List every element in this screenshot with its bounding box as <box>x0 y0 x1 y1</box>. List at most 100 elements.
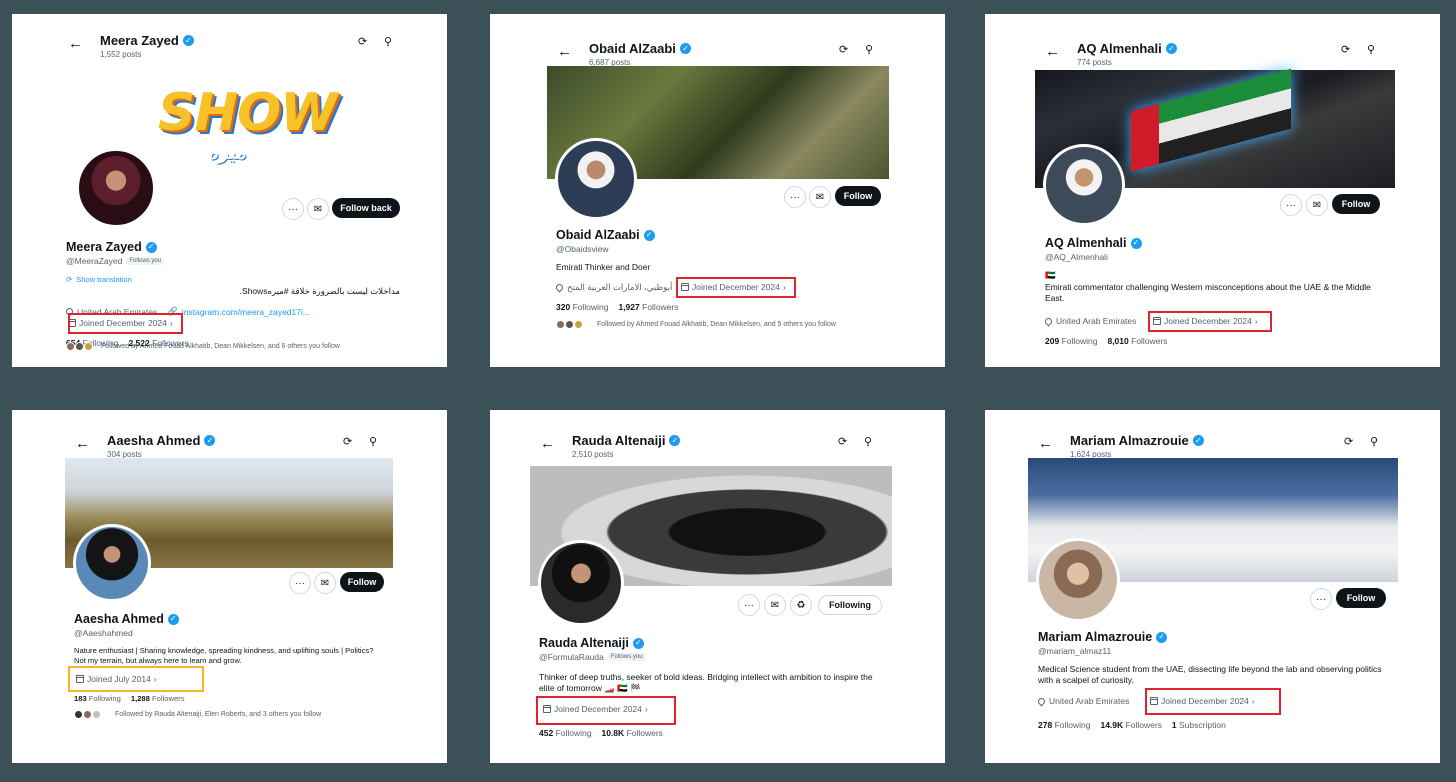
profile-card-aaesha: ← Aaesha Ahmed ✓ 304 posts ⟳ ⚲ ··· ✉ Foll… <box>12 410 447 763</box>
verified-badge-icon: ✓ <box>643 229 655 241</box>
back-arrow-icon[interactable]: ← <box>75 436 90 451</box>
followed-by[interactable]: Followed by Ahmed Fouad Alkhatib, Dean M… <box>556 320 836 329</box>
profile-link[interactable]: instagram.com/meera_zayed17i... <box>182 307 310 317</box>
back-arrow-icon[interactable]: ← <box>540 436 555 451</box>
followers-stat[interactable]: 1,927 Followers <box>618 302 678 312</box>
more-button[interactable]: ··· <box>1280 194 1302 216</box>
highlight-box <box>676 277 796 298</box>
followed-by[interactable]: Followed by Ahmed Fouad Alkhatib, Dean M… <box>66 342 340 351</box>
subscription-stat[interactable]: 1 Subscription <box>1172 720 1226 730</box>
verified-badge-icon: ✓ <box>1156 631 1168 643</box>
follow-stats: 452 Following 10.8K Followers <box>539 728 663 738</box>
followers-stat[interactable]: 1,288 Followers <box>131 694 185 703</box>
avatar[interactable] <box>73 524 151 602</box>
profile-name: Rauda Altenaiji ✓ <box>539 636 644 650</box>
follow-button[interactable]: Follow <box>1336 588 1386 608</box>
profile-bio: Emirati commentator challenging Western … <box>1045 282 1371 303</box>
verified-badge-icon: ✓ <box>632 637 644 649</box>
follow-button[interactable]: Follow <box>1332 194 1380 214</box>
avatar[interactable] <box>538 540 624 626</box>
highlight-box <box>68 313 183 334</box>
profile-handle: @FormulaRauda Follows you <box>539 652 646 662</box>
verified-badge-icon: ✓ <box>145 241 157 253</box>
following-stat[interactable]: 320 Following <box>556 302 608 312</box>
back-arrow-icon[interactable]: ← <box>1038 436 1053 451</box>
show-logo-script: ميره <box>208 142 247 164</box>
followed-by[interactable]: Followed by Rauda Altenaiji, Elen Robert… <box>74 710 321 719</box>
refresh-icon[interactable]: ⟳ <box>1344 437 1353 448</box>
header-name: AQ Almenhali ✓ <box>1077 41 1177 56</box>
following-button[interactable]: Following <box>818 595 882 615</box>
follow-button[interactable]: Follow <box>340 572 384 592</box>
followers-stat[interactable]: 10.8K Followers <box>601 728 662 738</box>
profile-screenshot: ← Rauda Altenaiji ✓ 2,510 posts ⟳ ⚲ ··· ✉… <box>530 428 892 746</box>
avatar[interactable] <box>1036 538 1120 622</box>
profile-card-meera: ← Meera Zayed ✓ 1,552 posts ⟳ ⚲ SHOW ميره… <box>12 14 447 367</box>
profile-screenshot: ← AQ Almenhali ✓ 774 posts ⟳ ⚲ ··· ✉ Foll… <box>1035 36 1395 354</box>
profile-name: Meera Zayed ✓ <box>66 240 157 254</box>
message-button[interactable]: ✉ <box>764 594 786 616</box>
more-button[interactable]: ··· <box>738 594 760 616</box>
back-arrow-icon[interactable]: ← <box>1045 44 1060 59</box>
location: United Arab Emirates <box>1056 316 1137 326</box>
profile-bio: Emirati Thinker and Doer <box>556 262 651 272</box>
profile-bio: مداخلات ليست بالضرورة خلاقة #ميرهShows. <box>239 286 400 296</box>
verified-badge-icon: ✓ <box>1165 43 1177 54</box>
more-button[interactable]: ··· <box>289 572 311 594</box>
search-icon[interactable]: ⚲ <box>1367 45 1375 56</box>
location-row: United Arab Emirates <box>1043 316 1137 326</box>
message-button[interactable]: ✉ <box>1306 194 1328 216</box>
more-button[interactable]: ··· <box>1310 588 1332 610</box>
profile-bio: Thinker of deep truths, seeker of bold i… <box>539 672 873 693</box>
followers-stat[interactable]: 8,010 Followers <box>1107 336 1167 346</box>
refresh-icon[interactable]: ⟳ <box>839 45 848 56</box>
search-icon[interactable]: ⚲ <box>369 437 377 448</box>
more-button[interactable]: ··· <box>282 198 304 220</box>
location: أبوظبي، الامارات العربية المتح <box>567 282 673 292</box>
profile-name: Mariam Almazrouie ✓ <box>1038 630 1168 644</box>
location: United Arab Emirates <box>1049 696 1130 706</box>
following-stat[interactable]: 209 Following <box>1045 336 1097 346</box>
search-icon[interactable]: ⚲ <box>384 37 392 48</box>
subscribe-notifications-button[interactable]: ♻ <box>790 594 812 616</box>
profile-handle: @Aaeshahmed <box>74 628 133 638</box>
profile-name: Obaid AlZaabi ✓ <box>556 228 655 242</box>
following-stat[interactable]: 183 Following <box>74 694 121 703</box>
profile-screenshot: ← Mariam Almazrouie ✓ 1,624 posts ⟳ ⚲ ···… <box>1028 428 1398 746</box>
message-button[interactable]: ✉ <box>809 186 831 208</box>
followers-stat[interactable]: 14.9K Followers <box>1100 720 1161 730</box>
profile-screenshot: ← Meera Zayed ✓ 1,552 posts ⟳ ⚲ SHOW ميره… <box>58 28 410 353</box>
profile-bio: Medical Science student from the UAE, di… <box>1038 664 1382 685</box>
header-post-count: 1,552 posts <box>100 50 142 59</box>
message-button[interactable]: ✉ <box>307 198 329 220</box>
refresh-icon[interactable]: ⟳ <box>358 37 367 48</box>
back-arrow-icon[interactable]: ← <box>557 44 572 59</box>
search-icon[interactable]: ⚲ <box>864 437 872 448</box>
following-stat[interactable]: 452 Following <box>539 728 591 738</box>
follow-back-button[interactable]: Follow back <box>332 198 400 218</box>
search-icon[interactable]: ⚲ <box>1370 437 1378 448</box>
profile-card-mariam: ← Mariam Almazrouie ✓ 1,624 posts ⟳ ⚲ ···… <box>985 410 1440 763</box>
refresh-icon[interactable]: ⟳ <box>838 437 847 448</box>
location-pin-icon <box>1043 316 1054 326</box>
message-button[interactable]: ✉ <box>314 572 336 594</box>
refresh-icon[interactable]: ⟳ <box>1341 45 1350 56</box>
follow-button[interactable]: Follow <box>835 186 881 206</box>
header-name: Obaid AlZaabi ✓ <box>589 41 691 56</box>
avatar[interactable] <box>555 138 637 220</box>
profile-card-aq: ← AQ Almenhali ✓ 774 posts ⟳ ⚲ ··· ✉ Foll… <box>985 14 1440 367</box>
following-stat[interactable]: 278 Following <box>1038 720 1090 730</box>
avatar[interactable] <box>1043 144 1125 226</box>
profile-handle: @mariam_almaz11 <box>1038 646 1112 656</box>
show-translation-link[interactable]: ⟳ Show translation <box>66 275 132 284</box>
profile-screenshot: ← Obaid AlZaabi ✓ 6,687 posts ⟳ ⚲ ··· ✉ F… <box>547 36 889 348</box>
refresh-icon[interactable]: ⟳ <box>343 437 352 448</box>
back-arrow-icon[interactable]: ← <box>68 36 83 51</box>
header-post-count: 2,510 posts <box>572 450 614 459</box>
header-name: Mariam Almazrouie ✓ <box>1070 433 1204 448</box>
search-icon[interactable]: ⚲ <box>865 45 873 56</box>
more-button[interactable]: ··· <box>784 186 806 208</box>
profile-name: AQ Almenhali ✓ <box>1045 236 1142 250</box>
avatar[interactable] <box>76 148 156 228</box>
verified-badge-icon: ✓ <box>669 435 681 446</box>
